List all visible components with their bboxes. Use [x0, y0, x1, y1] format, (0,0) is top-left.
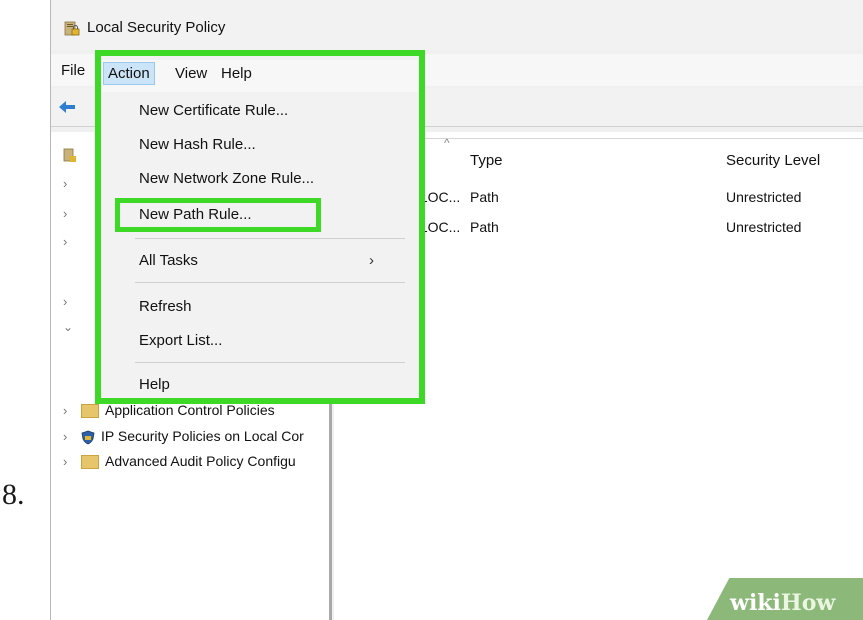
menu-item-new-path-rule[interactable]: New Path Rule... — [139, 206, 252, 223]
tree-item-ip-security[interactable]: › IP Security Policies on Local Cor — [63, 428, 333, 450]
sort-up-icon: ^ — [444, 136, 450, 150]
chevron-right-icon[interactable]: › — [63, 429, 77, 444]
chevron-right-icon[interactable]: › — [63, 294, 77, 309]
menu-file[interactable]: File — [57, 60, 89, 81]
menu-separator — [135, 282, 405, 283]
list-cell-type[interactable]: Path — [470, 189, 499, 205]
watermark-logo: wikiHow — [730, 590, 835, 616]
menu-item-all-tasks[interactable]: All Tasks — [139, 252, 198, 269]
action-menu-dropdown: Action View Help New Certificate Rule...… — [95, 50, 425, 404]
menu-item-new-hash-rule[interactable]: New Hash Rule... — [139, 136, 256, 153]
window-title: Local Security Policy — [87, 19, 226, 36]
menu-item-new-certificate-rule[interactable]: New Certificate Rule... — [139, 102, 288, 119]
tree-item-advanced-audit[interactable]: › Advanced Audit Policy Configu — [63, 453, 333, 475]
chevron-down-icon[interactable]: ⌄ — [63, 320, 77, 334]
shield-network-icon — [81, 430, 95, 445]
chevron-right-icon[interactable]: › — [63, 403, 77, 418]
back-arrow-icon[interactable] — [57, 99, 77, 115]
menu-help[interactable]: Help — [217, 63, 256, 84]
folder-icon — [81, 404, 99, 419]
list-cell-security-level[interactable]: Unrestricted — [726, 219, 801, 235]
column-header-security-level[interactable]: Security Level — [726, 152, 820, 169]
menu-item-export-list[interactable]: Export List... — [139, 332, 222, 349]
submenu-arrow-icon: › — [369, 252, 374, 269]
menu-separator — [135, 238, 405, 239]
tree-item-label: Application Control Policies — [105, 402, 275, 418]
menu-bar-overlay: Action View Help — [101, 60, 419, 92]
menu-separator — [135, 362, 405, 363]
title-bar: Local Security Policy — [51, 0, 863, 50]
menu-item-refresh[interactable]: Refresh — [139, 298, 192, 315]
step-number: 8. — [2, 478, 25, 511]
security-policy-icon — [64, 21, 80, 36]
watermark-how: How — [780, 590, 836, 616]
list-cell-type[interactable]: Path — [470, 219, 499, 235]
tree-item-label: IP Security Policies on Local Cor — [101, 428, 304, 444]
menu-view[interactable]: View — [171, 63, 211, 84]
watermark-wiki: wiki — [730, 590, 781, 616]
menu-action[interactable]: Action — [103, 62, 155, 85]
security-policy-icon — [63, 148, 76, 162]
folder-icon — [81, 455, 99, 470]
chevron-right-icon[interactable]: › — [63, 454, 77, 469]
column-header-type[interactable]: Type — [470, 152, 503, 169]
tree-item-application-control[interactable]: › Application Control Policies — [63, 402, 333, 424]
chevron-right-icon[interactable]: › — [63, 234, 77, 249]
screenshot-window: Local Security Policy File › › › › ⌄ › Ap… — [50, 0, 863, 620]
list-cell-security-level[interactable]: Unrestricted — [726, 189, 801, 205]
menu-item-help[interactable]: Help — [139, 376, 170, 393]
menu-item-new-network-zone-rule[interactable]: New Network Zone Rule... — [139, 170, 314, 187]
tree-item-label: Advanced Audit Policy Configu — [105, 453, 296, 469]
chevron-right-icon[interactable]: › — [63, 206, 77, 221]
chevron-right-icon[interactable]: › — [63, 176, 77, 191]
